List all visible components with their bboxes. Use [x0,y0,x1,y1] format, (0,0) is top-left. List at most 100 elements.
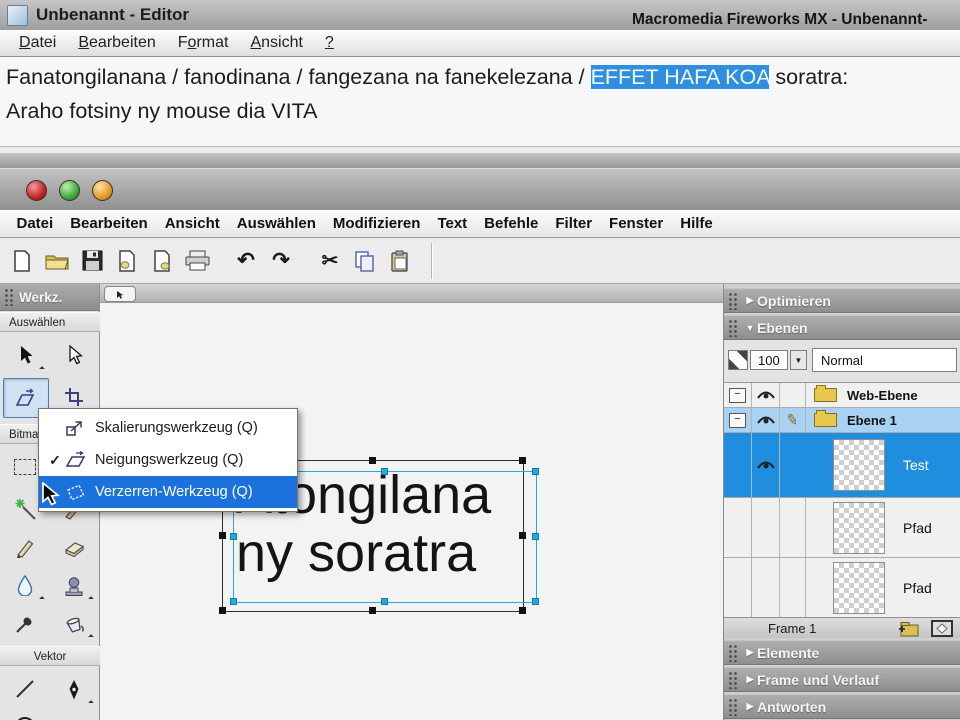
save-floppy-icon[interactable] [76,245,108,277]
import-page-icon[interactable] [111,245,143,277]
eye-icon[interactable] [756,459,776,471]
paste-clipboard-icon[interactable] [384,245,416,277]
new-document-icon[interactable] [6,245,38,277]
collapse-box-icon[interactable]: − [729,388,746,403]
menu-auswaehlen[interactable]: Auswählen [228,215,324,232]
screen: Unbenannt - Editor Datei Bearbeiten Form… [0,0,960,720]
editor-menu-bearbeiten[interactable]: Bearbeiten [67,34,166,52]
close-button[interactable] [26,180,47,201]
panel-header-ebenen[interactable]: ▼ Ebenen [724,315,960,340]
pointer-tool-icon[interactable] [3,336,47,374]
selection-handle[interactable] [230,598,237,605]
selection-handle[interactable] [230,533,237,540]
blend-mode-select[interactable]: Normal [812,348,957,372]
opacity-dropdown-button[interactable]: ▼ [790,350,807,370]
export-page-icon[interactable] [146,245,178,277]
menu-fenster[interactable]: Fenster [601,215,672,232]
copy-pages-icon[interactable] [349,245,381,277]
gripper-icon [728,671,738,689]
selection-handle[interactable] [532,533,539,540]
new-bitmap-icon[interactable] [931,620,953,642]
transform-handle[interactable] [519,607,526,614]
eye-icon[interactable] [756,414,776,426]
paint-bucket-tool-icon[interactable] [52,604,96,642]
frame-label: Frame 1 [768,621,816,636]
panel-header-elemente[interactable]: ▶ Elemente [724,640,960,665]
transform-handle[interactable] [219,532,226,539]
editor-window-edge [0,153,960,168]
layer-row-test[interactable]: Test [724,433,960,498]
panel-header-optimieren[interactable]: ▶ Optimieren [724,288,960,313]
transform-handle[interactable] [519,457,526,464]
chevron-right-icon: ▶ [743,701,757,712]
layer-row-web-ebene[interactable]: − Web-Ebene [724,383,960,408]
editor-menu-ansicht[interactable]: Ansicht [239,34,313,52]
transform-handle[interactable] [369,457,376,464]
menu-ansicht[interactable]: Ansicht [156,215,228,232]
menu-text[interactable]: Text [429,215,476,232]
panel-header-antworten[interactable]: ▶ Antworten [724,694,960,719]
maximize-button[interactable] [59,180,80,201]
menu-modifizieren[interactable]: Modifizieren [324,215,429,232]
menu-befehle[interactable]: Befehle [476,215,547,232]
subselection-tool-icon[interactable] [52,336,96,374]
menu-hilfe[interactable]: Hilfe [672,215,722,232]
editor-menu-format[interactable]: Format [167,34,240,52]
layer-row-ebene1[interactable]: − ✎ Ebene 1 [724,408,960,433]
pencil-tool-icon[interactable] [3,528,47,566]
flyout-item-neigungswerkzeug[interactable]: ✓ Neigungswerkzeug (Q) [39,444,297,476]
menu-filter[interactable]: Filter [547,215,601,232]
print-icon[interactable] [181,245,213,277]
flyout-item-verzerren-werkzeug[interactable]: Verzerren-Werkzeug (Q) [39,476,297,508]
panel-title-frame-und-verlauf: Frame und Verlauf [757,672,879,688]
text-tool-icon[interactable]: A [52,708,96,720]
line-tool-icon[interactable] [3,670,47,708]
collapse-box-icon[interactable]: − [729,413,746,428]
right-panel-dock: ▶ Optimieren ▼ Ebenen 100 ▼ Normal − Web… [723,284,960,720]
chevron-right-icon: ▶ [743,647,757,658]
selection-handle[interactable] [532,598,539,605]
document-mode-button[interactable] [104,286,136,302]
eyedropper-tool-icon[interactable] [3,604,47,642]
document-window-bar [100,284,723,303]
panel-header-frame-und-verlauf[interactable]: ▶ Frame und Verlauf [724,667,960,692]
transform-handle[interactable] [519,532,526,539]
eye-icon[interactable] [756,389,776,401]
editor-menu-datei[interactable]: Datei [8,34,67,52]
transform-handle[interactable] [219,607,226,614]
blur-drop-tool-icon[interactable] [3,566,47,604]
pen-tool-icon[interactable] [52,670,96,708]
chevron-down-icon: ▼ [743,323,757,333]
menu-datei[interactable]: Datei [8,215,62,232]
mouse-cursor-icon [40,482,63,512]
editor-line2: Araho fotsiny ny mouse dia VITA [6,99,318,123]
cut-scissors-icon[interactable]: ✂ [314,245,346,277]
layer-name: Ebene 1 [847,413,897,428]
undo-arrow-icon[interactable]: ↶ [230,245,262,277]
rubber-stamp-tool-icon[interactable] [52,566,96,604]
minimize-button[interactable] [92,180,113,201]
menu-bearbeiten[interactable]: Bearbeiten [62,215,157,232]
ellipse-tool-icon[interactable] [3,708,47,720]
selection-handle[interactable] [381,468,388,475]
editor-text-area[interactable]: Fanatongilanana / fanodinana / fangezana… [0,57,960,146]
editor-line1: Fanatongilanana / fanodinana / fangezana… [6,65,848,89]
flyout-item-skalierungswerkzeug[interactable]: Skalierungswerkzeug (Q) [39,412,297,444]
toolbar-separator [431,243,433,279]
editor-menu-hilfe[interactable]: ? [314,34,345,52]
opacity-value-field[interactable]: 100 [750,350,788,370]
tools-panel-header[interactable]: Werkz. [0,284,99,311]
redo-arrow-icon[interactable]: ↷ [265,245,297,277]
layer-row-pfad-1[interactable]: Pfad [724,498,960,558]
object-thumbnail [833,562,885,614]
open-folder-icon[interactable] [41,245,73,277]
transform-handle[interactable] [369,607,376,614]
selection-handle[interactable] [381,598,388,605]
layer-row-pfad-2[interactable]: Pfad [724,558,960,618]
folder-icon [814,388,837,402]
new-layer-folder-icon[interactable] [896,620,920,642]
eraser-tool-icon[interactable] [52,528,96,566]
gripper-icon [728,644,738,662]
selection-handle[interactable] [532,468,539,475]
checkmark-icon: ✓ [45,452,65,469]
